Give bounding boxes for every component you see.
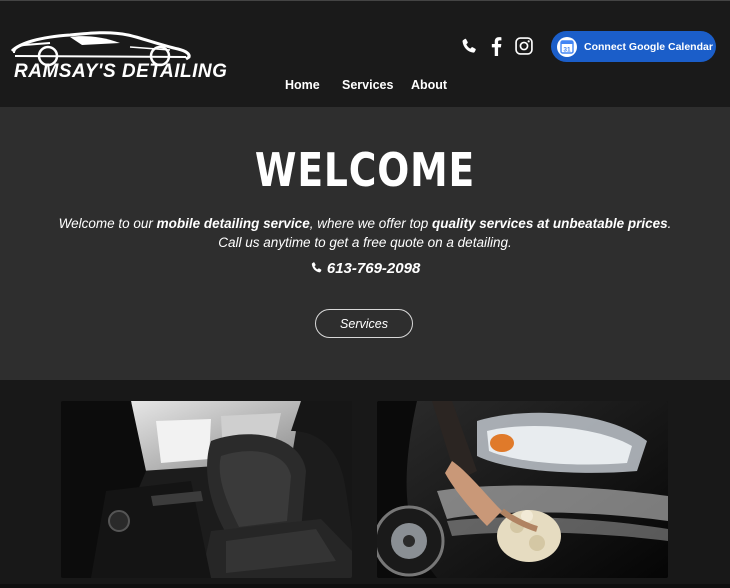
gcal-button-label: Connect Google Calendar <box>584 40 713 53</box>
hero-title: WELCOME <box>254 143 476 197</box>
site-header: RAMSAY'S DETAILING 31 Connect Google Cal… <box>0 0 730 107</box>
hero-phone-number: 613-769-2098 <box>326 260 421 277</box>
brand-name[interactable]: RAMSAY'S DETAILING <box>14 61 227 83</box>
services-button[interactable]: Services <box>315 309 413 338</box>
instagram-icon[interactable] <box>513 35 535 57</box>
google-calendar-icon: 31 <box>557 36 577 57</box>
hero-section: WELCOME Welcome to our mobile detailing … <box>0 107 730 380</box>
phone-icon <box>311 262 322 273</box>
nav-home[interactable]: Home <box>285 78 320 92</box>
hero-call-line: Call us anytime to get a free quote on a… <box>218 235 512 250</box>
hero-intro-line: Welcome to our mobile detailing service,… <box>58 216 672 231</box>
nav-services[interactable]: Services <box>342 78 393 92</box>
phone-icon[interactable] <box>458 35 480 57</box>
calendar-icon-text: 31 <box>563 46 571 53</box>
car-washing-photo <box>377 401 668 578</box>
hero-phone[interactable]: 613-769-2098 <box>0 260 730 277</box>
nav-about[interactable]: About <box>411 78 447 92</box>
connect-google-calendar-button[interactable]: 31 Connect Google Calendar <box>551 31 716 62</box>
facebook-icon[interactable] <box>485 35 507 57</box>
car-interior-photo <box>61 401 352 578</box>
bottom-bar <box>0 584 730 588</box>
